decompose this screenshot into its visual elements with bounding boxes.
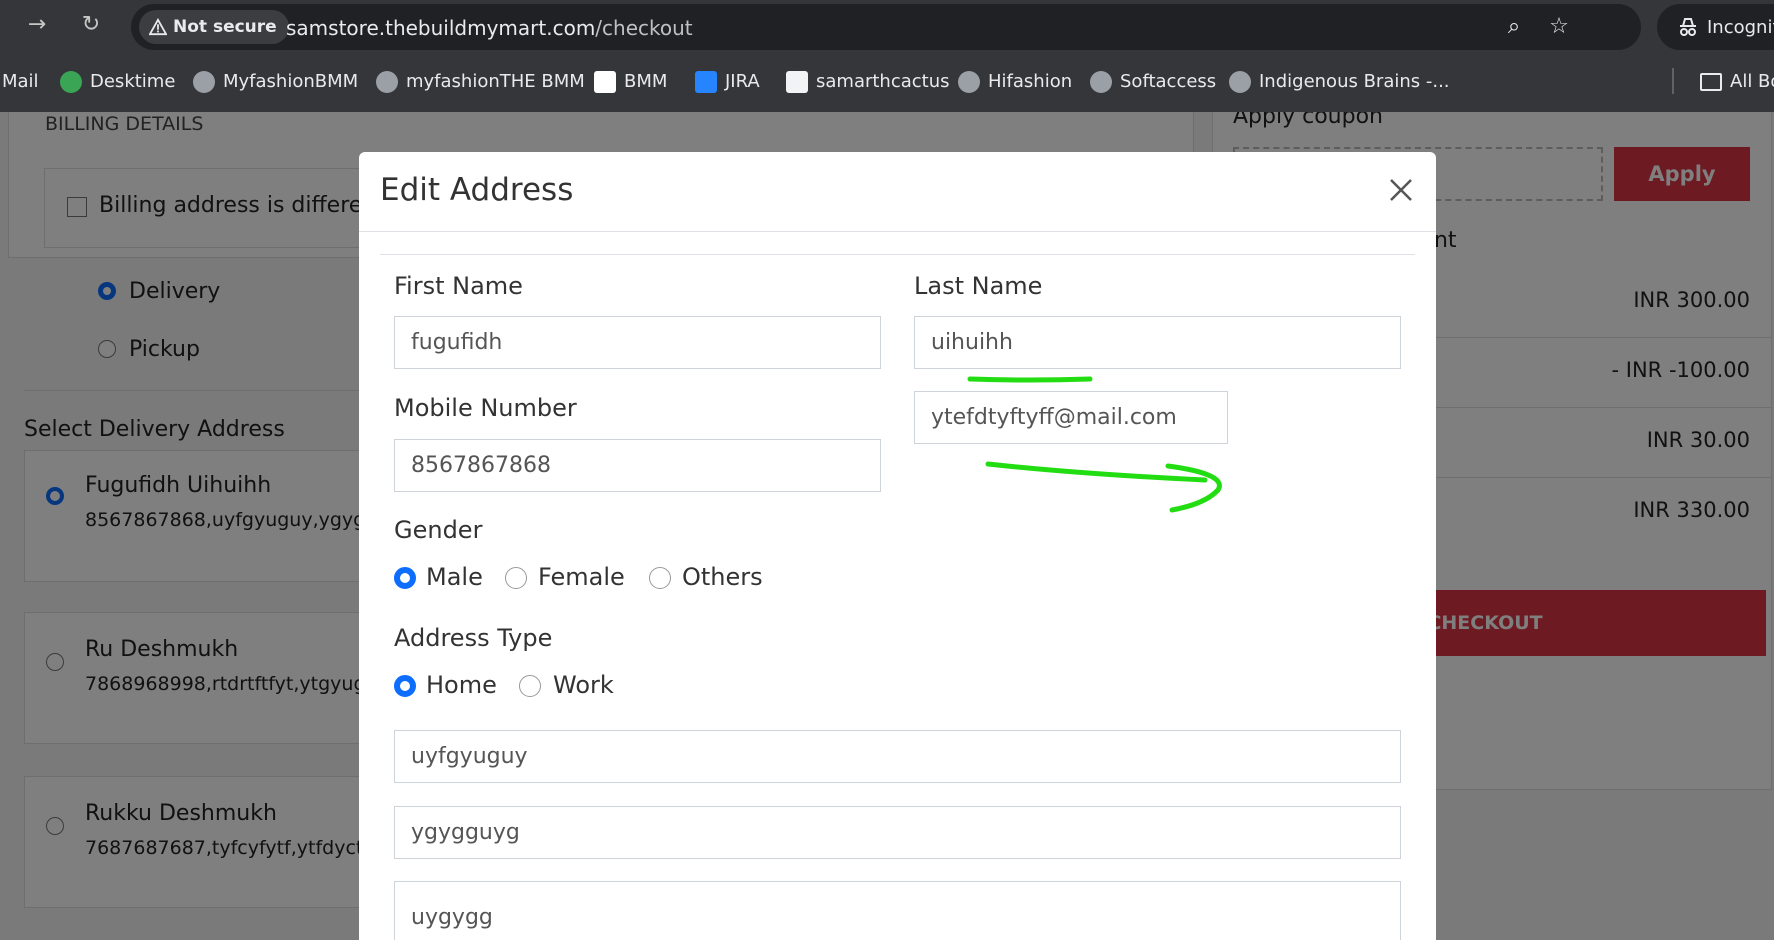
bookmark-softaccess[interactable]: Softaccess xyxy=(1090,51,1216,112)
edit-address-modal: Edit Address First Name fugufidh Last Na… xyxy=(359,152,1436,940)
url-path: /checkout xyxy=(595,16,693,40)
bookmark-hifashion[interactable]: Hifashion xyxy=(958,51,1072,112)
bookmark-mail[interactable]: Mail xyxy=(2,51,39,112)
address-line1-field[interactable]: uyfgyuguy xyxy=(394,730,1401,783)
reload-icon[interactable]: ↻ xyxy=(76,10,106,40)
first-name-field[interactable]: fugufidh xyxy=(394,316,881,369)
incognito-chip[interactable]: Incognito xyxy=(1657,4,1774,50)
modal-header: Edit Address xyxy=(359,152,1436,232)
bookmark-label: MyfashionBMM xyxy=(223,71,359,92)
address-line2-field[interactable]: ygygguyg xyxy=(394,806,1401,859)
zoom-icon[interactable]: ⌕ xyxy=(1499,12,1529,42)
bookmarks-bar: Mail Desktime MyfashionBMM myfashionTHE … xyxy=(0,51,1774,112)
last-name-field[interactable]: uihuihh xyxy=(914,316,1401,369)
url-host: samstore.thebuildmymart.com xyxy=(286,16,596,40)
address-type-home-radio[interactable] xyxy=(394,675,416,697)
gender-male-radio[interactable] xyxy=(394,567,416,589)
close-icon[interactable] xyxy=(1383,172,1419,208)
globe-icon xyxy=(376,70,398,93)
bookmark-indigenous-brains[interactable]: Indigenous Brains -... xyxy=(1229,51,1450,112)
address-bar[interactable]: Not secure samstore.thebuildmymart.com/c… xyxy=(131,4,1641,50)
cactus-icon xyxy=(786,70,808,93)
mobile-number-field[interactable]: 8567867868 xyxy=(394,439,881,492)
star-icon[interactable]: ☆ xyxy=(1544,12,1574,42)
address-type-work-label: Work xyxy=(553,671,614,699)
globe-icon xyxy=(1090,70,1112,93)
bookmark-label: samarthcactus xyxy=(816,71,950,92)
bookmark-myfashionbmm[interactable]: MyfashionBMM xyxy=(193,51,358,112)
browser-toolbar: → ↻ Not secure samstore.thebuildmymart.c… xyxy=(0,0,1774,51)
globe-icon xyxy=(958,70,980,93)
bookmark-label: All Bookmarks xyxy=(1730,71,1774,92)
security-label: Not secure xyxy=(173,17,277,37)
gender-others-radio[interactable] xyxy=(649,567,671,589)
globe-icon xyxy=(1229,70,1251,93)
bookmark-label: Desktime xyxy=(90,71,176,92)
address-line3-field[interactable]: uygygg xyxy=(394,881,1401,940)
bookmarks-divider xyxy=(1672,68,1674,94)
mobile-number-label: Mobile Number xyxy=(394,394,577,422)
bookmark-label: Hifashion xyxy=(988,71,1073,92)
address-type-work-radio[interactable] xyxy=(519,675,541,697)
bmm-icon xyxy=(594,70,616,93)
gender-others-label: Others xyxy=(682,563,763,591)
bookmark-desktime[interactable]: Desktime xyxy=(60,51,175,112)
modal-title: Edit Address xyxy=(380,172,574,208)
incognito-icon xyxy=(1680,18,1696,36)
gender-female-label: Female xyxy=(538,563,625,591)
globe-icon xyxy=(193,70,215,93)
gender-female-radio[interactable] xyxy=(505,567,527,589)
bookmark-label: BMM xyxy=(624,71,668,92)
address-type-home-label: Home xyxy=(426,671,497,699)
divider xyxy=(380,254,1415,255)
gender-label: Gender xyxy=(394,516,483,544)
bookmark-label: Softaccess xyxy=(1120,71,1217,92)
last-name-label: Last Name xyxy=(914,272,1043,300)
bookmark-label: JIRA xyxy=(725,71,760,92)
first-name-label: First Name xyxy=(394,272,523,300)
bookmark-label: Mail xyxy=(2,71,39,92)
warning-icon xyxy=(149,18,167,36)
bookmark-samarthcactus[interactable]: samarthcactus xyxy=(786,51,950,112)
bookmark-bmm[interactable]: BMM xyxy=(594,51,667,112)
security-chip[interactable]: Not secure xyxy=(139,10,289,44)
incognito-label: Incognito xyxy=(1707,16,1774,38)
forward-icon[interactable]: → xyxy=(22,10,52,40)
bookmark-label: myfashionTHE BMM xyxy=(406,71,585,92)
address-type-label: Address Type xyxy=(394,624,553,652)
bookmark-all[interactable]: All Bookmarks xyxy=(1700,51,1774,112)
gender-male-label: Male xyxy=(426,563,483,591)
url-text[interactable]: samstore.thebuildmymart.com/checkout xyxy=(286,16,693,40)
jira-icon xyxy=(695,70,717,93)
folder-icon xyxy=(1700,72,1722,91)
email-field[interactable]: ytefdtyftyff@mail.com xyxy=(914,391,1228,444)
bookmark-myfashionthebmm[interactable]: myfashionTHE BMM xyxy=(376,51,585,112)
desktime-icon xyxy=(60,70,82,93)
bookmark-jira[interactable]: JIRA xyxy=(695,51,760,112)
bookmark-label: Indigenous Brains -... xyxy=(1259,71,1450,92)
